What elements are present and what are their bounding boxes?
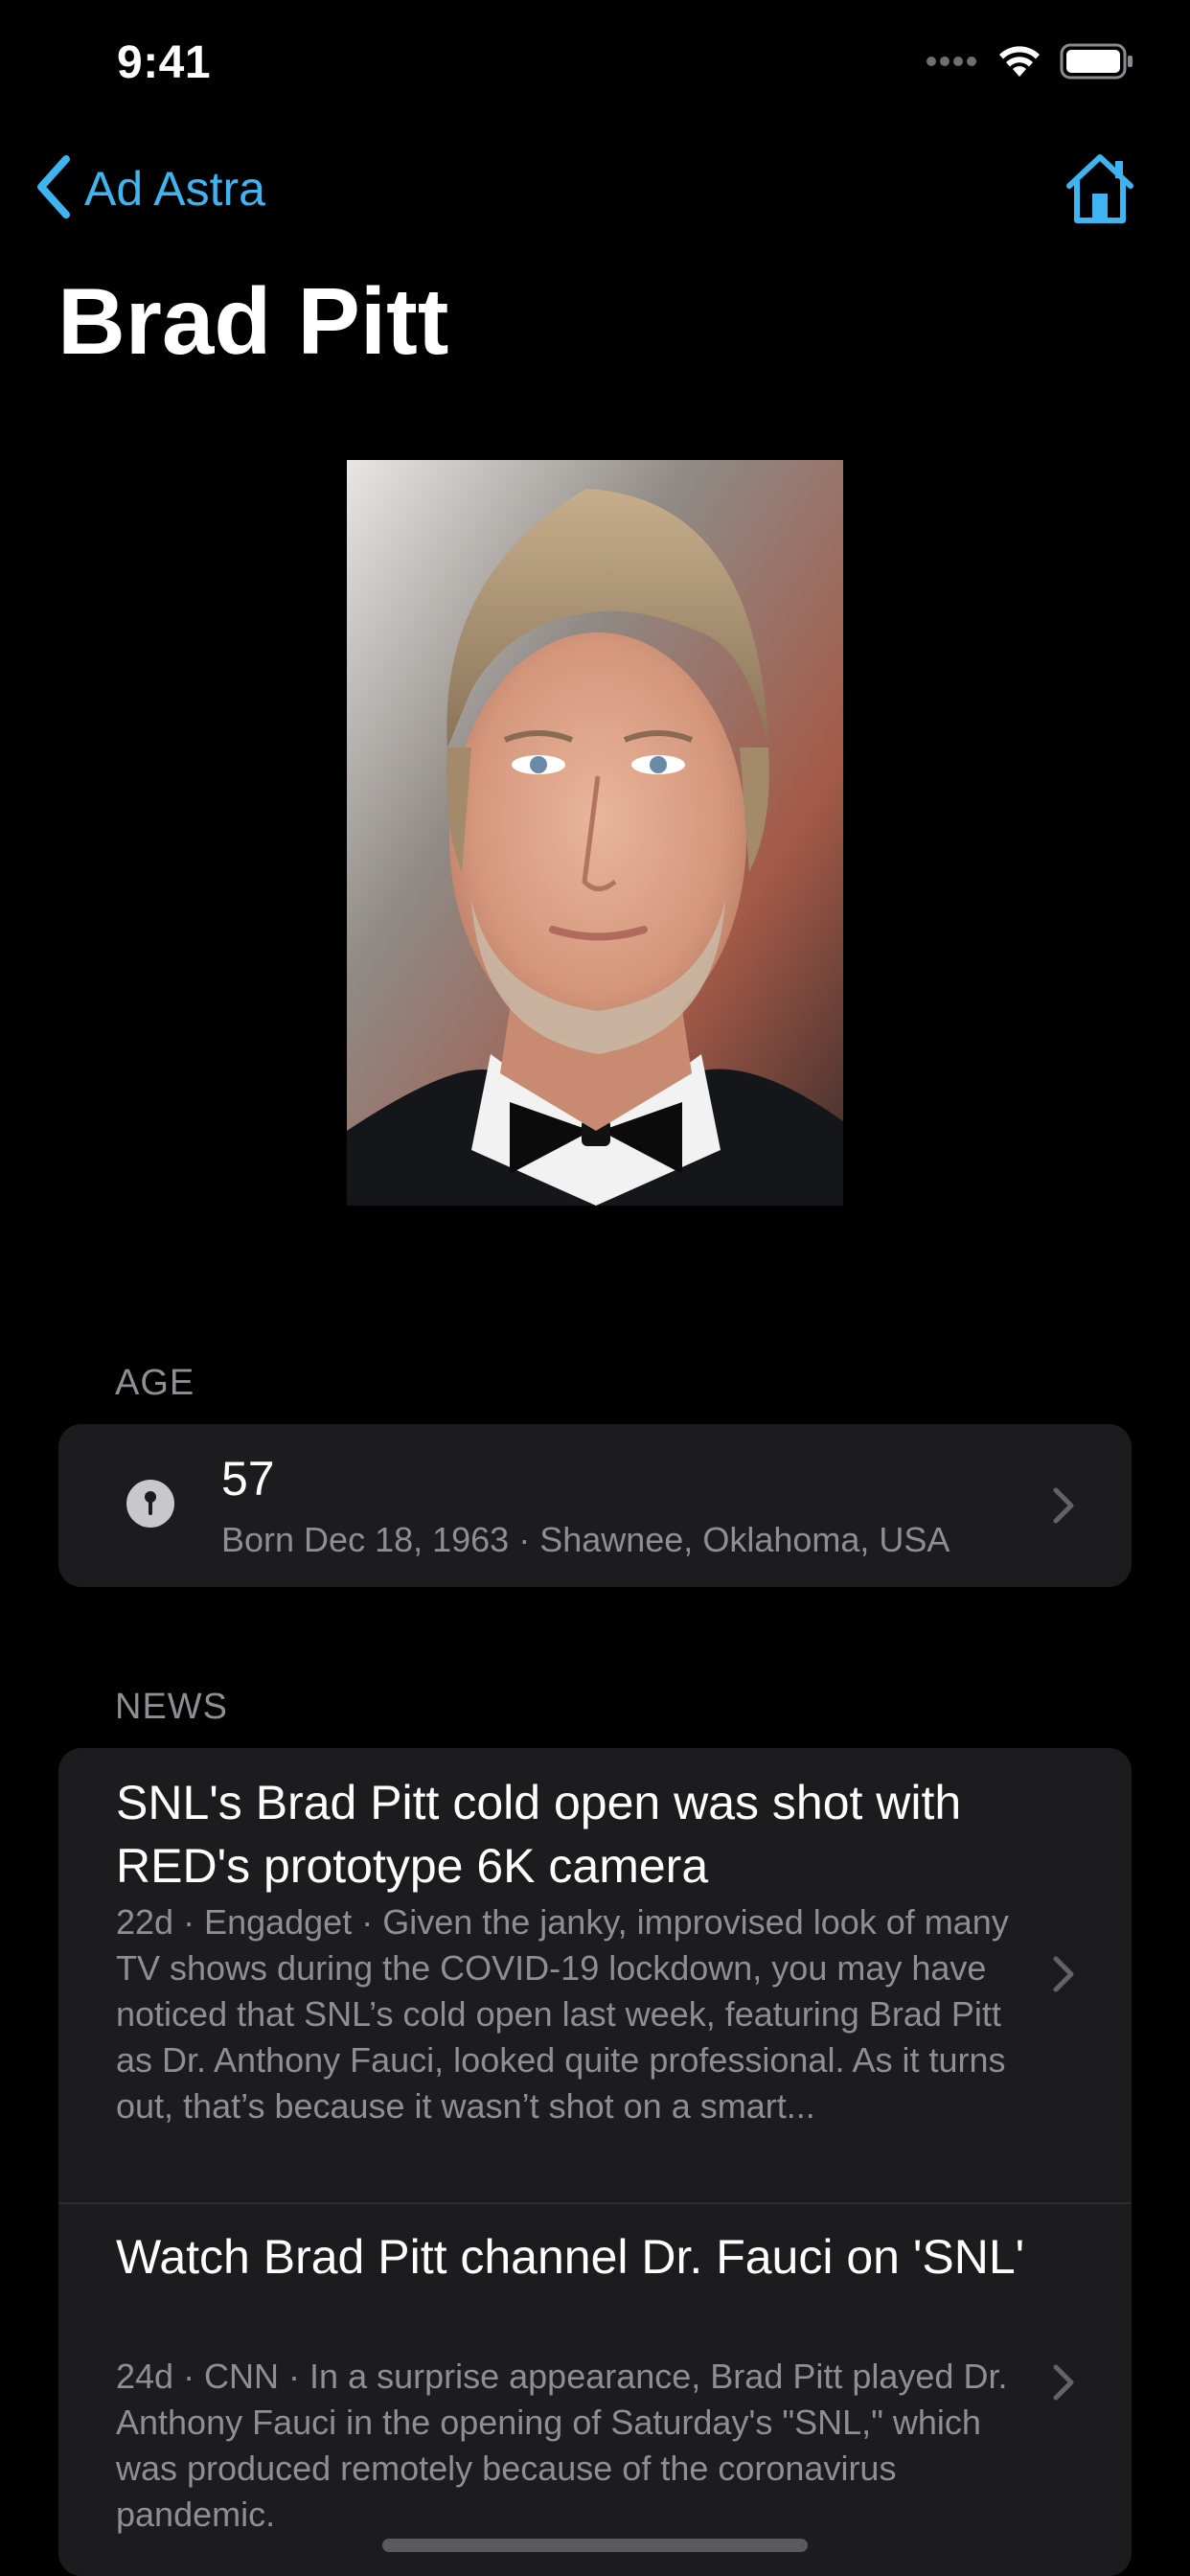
portrait-image	[347, 460, 843, 1206]
news-item-body: 24d · CNN · In a surprise appearance, Br…	[116, 2357, 1008, 2534]
chevron-right-icon	[1051, 1955, 1076, 1993]
page-title: Brad Pitt	[57, 268, 449, 374]
home-button[interactable]	[1062, 150, 1138, 226]
news-item-title: SNL's Brad Pitt cold open was shot with …	[116, 1776, 962, 1893]
news-item-title: Watch Brad Pitt channel Dr. Fauci on 'SN…	[116, 2230, 1025, 2284]
news-item-body: 22d · Engadget · Given the janky, improv…	[116, 1902, 1009, 2126]
house-icon	[1062, 154, 1138, 230]
status-icons	[926, 42, 1134, 84]
chevron-right-icon	[1051, 2363, 1076, 2402]
pin-icon	[126, 1479, 175, 1529]
age-section-header: AGE	[115, 1363, 195, 1403]
back-button[interactable]: Ad Astra	[34, 154, 265, 223]
back-button-label: Ad Astra	[84, 162, 265, 216]
signal-dots-icon	[926, 55, 979, 72]
age-row[interactable]: 57 Born Dec 18, 1963 · Shawnee, Oklahoma…	[58, 1424, 1132, 1587]
chevron-right-icon	[1051, 1486, 1076, 1525]
age-value: 57	[221, 1452, 275, 1506]
navigation-bar: Ad Astra	[0, 144, 1190, 240]
birth-detail: Born Dec 18, 1963 · Shawnee, Oklahoma, U…	[221, 1520, 950, 1559]
chevron-left-icon	[34, 154, 73, 223]
status-bar: 9:41	[0, 0, 1190, 126]
status-time: 9:41	[117, 37, 212, 88]
news-section-header: NEWS	[115, 1687, 228, 1727]
age-card: 57 Born Dec 18, 1963 · Shawnee, Oklahoma…	[58, 1424, 1132, 1587]
news-item[interactable]: Watch Brad Pitt channel Dr. Fauci on 'SN…	[58, 2202, 1132, 2576]
news-card: SNL's Brad Pitt cold open was shot with …	[58, 1748, 1132, 2576]
news-item[interactable]: SNL's Brad Pitt cold open was shot with …	[58, 1748, 1132, 2202]
portrait-illustration	[347, 460, 843, 1206]
home-indicator[interactable]	[382, 2539, 808, 2552]
battery-icon	[1060, 43, 1134, 84]
wifi-icon	[996, 44, 1042, 83]
